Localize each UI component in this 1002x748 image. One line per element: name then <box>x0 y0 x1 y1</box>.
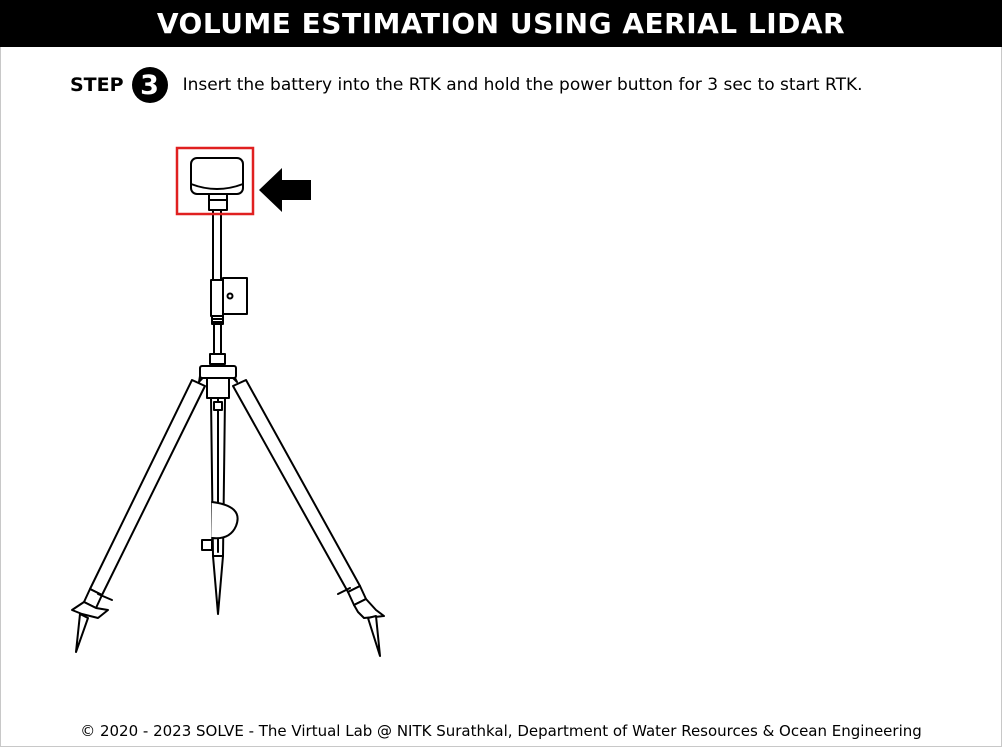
upper-pole <box>209 209 248 365</box>
header-bar: VOLUME ESTIMATION USING AERIAL LIDAR <box>0 0 1002 47</box>
step-text: Insert the battery into the RTK and hold… <box>182 75 863 95</box>
rtk-receiver <box>190 157 244 211</box>
rtk-tripod-illustration <box>60 140 400 670</box>
step-number-badge: 3 <box>131 67 168 103</box>
step-label: STEP <box>70 74 124 96</box>
tripod-head <box>198 365 238 399</box>
rtk-tripod-drawing <box>71 146 385 657</box>
arrow-left-icon <box>259 168 311 212</box>
tripod-right-leg <box>232 379 385 657</box>
page-title: VOLUME ESTIMATION USING AERIAL LIDAR <box>156 7 846 40</box>
tripod-left-leg <box>71 379 206 653</box>
footer-copyright: © 2020 - 2023 SOLVE - The Virtual Lab @ … <box>80 722 922 740</box>
tripod-center-leg <box>201 397 239 615</box>
step-instruction: STEP 3 Insert the battery into the RTK a… <box>70 66 863 104</box>
